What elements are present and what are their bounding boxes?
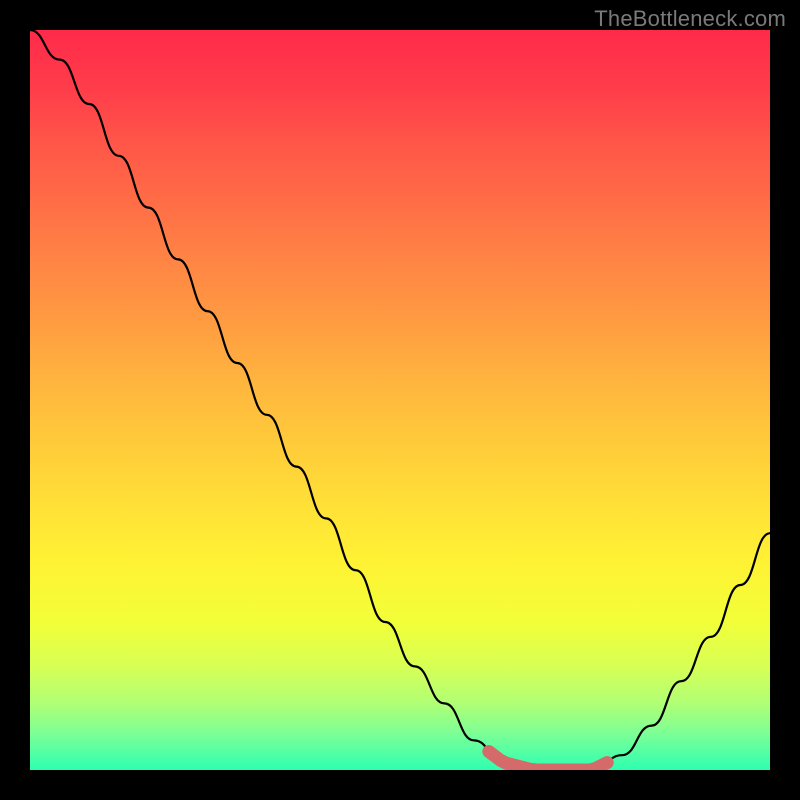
plot-area [30,30,770,770]
optimal-range-highlight [489,752,607,771]
chart-container: TheBottleneck.com [0,0,800,800]
chart-svg [30,30,770,770]
watermark-text: TheBottleneck.com [594,6,786,32]
bottleneck-curve [30,30,770,770]
